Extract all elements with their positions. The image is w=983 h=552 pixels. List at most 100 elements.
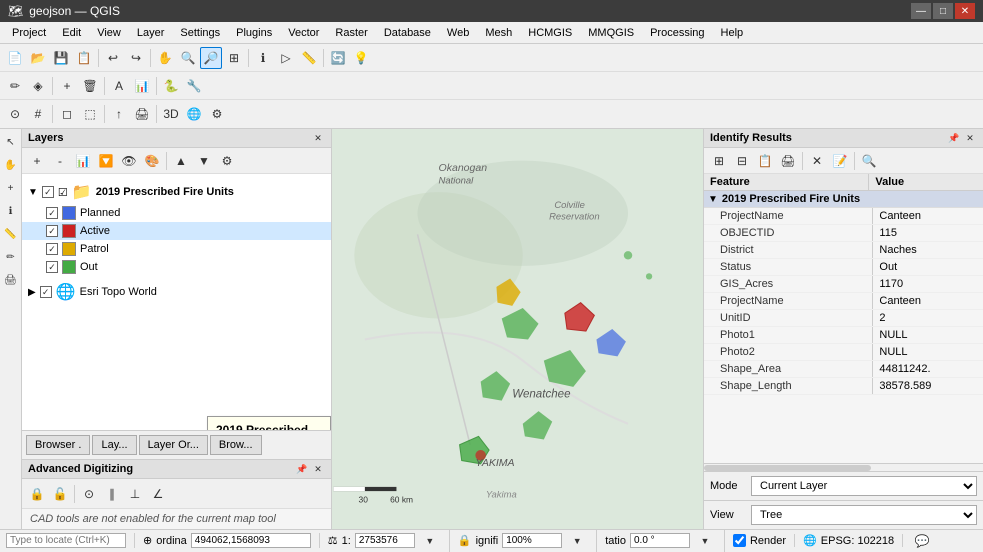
menu-item-mesh[interactable]: Mesh xyxy=(477,25,520,41)
close-button[interactable]: ✕ xyxy=(955,3,975,19)
layer-active[interactable]: Active xyxy=(22,222,331,240)
coordinates-input[interactable] xyxy=(191,533,311,548)
id-row-shapelength[interactable]: Shape_Length 38578.589 xyxy=(704,378,983,395)
magnify-input[interactable] xyxy=(502,533,562,548)
node-tool-btn[interactable]: ◈ xyxy=(27,75,49,97)
move-up-btn[interactable]: ▲ xyxy=(170,150,192,172)
message-btn[interactable]: 💬 xyxy=(911,530,933,552)
adv-close-btn[interactable]: ✕ xyxy=(311,462,325,476)
zoom-full-button[interactable]: ⊞ xyxy=(223,47,245,69)
filter-btn[interactable]: 🔽 xyxy=(95,150,117,172)
select-rect-btn[interactable]: ⬚ xyxy=(79,103,101,125)
menu-item-plugins[interactable]: Plugins xyxy=(228,25,280,41)
rotation-dropdown-btn[interactable]: ▼ xyxy=(694,530,716,552)
save-button[interactable]: 💾 xyxy=(50,47,72,69)
adv-pin-btn[interactable]: 📌 xyxy=(295,462,309,476)
layers-close-btn[interactable]: ✕ xyxy=(311,131,325,145)
pan-button[interactable]: ✋ xyxy=(154,47,176,69)
magnify-dropdown-btn[interactable]: ▼ xyxy=(566,530,588,552)
identify-button[interactable]: ℹ xyxy=(252,47,274,69)
layer-group-header[interactable]: ▼ ☑ 📁 2019 Prescribed Fire Units xyxy=(22,180,331,204)
id-row-unitid[interactable]: UnitID 2 xyxy=(704,310,983,327)
id-copy-btn[interactable]: 📋 xyxy=(754,150,776,172)
id-row-projectname2[interactable]: ProjectName Canteen xyxy=(704,293,983,310)
adv-snap-btn[interactable]: ⊙ xyxy=(78,483,100,505)
select-button[interactable]: ▷ xyxy=(275,47,297,69)
id-row-shapearea[interactable]: Shape_Area 44811242. xyxy=(704,361,983,378)
id-search-btn[interactable]: 🔍 xyxy=(858,150,880,172)
brow-button[interactable]: Brow... xyxy=(210,435,262,455)
open-attr-btn[interactable]: 📊 xyxy=(72,150,94,172)
move-down-btn[interactable]: ▼ xyxy=(193,150,215,172)
zoom-in-button[interactable]: 🔍 xyxy=(177,47,199,69)
digitize-btn[interactable]: ✏ xyxy=(4,75,26,97)
out-cb[interactable] xyxy=(46,261,58,273)
remove-layer-btn[interactable]: - xyxy=(49,150,71,172)
layer-out[interactable]: Out xyxy=(22,258,331,276)
map-area[interactable]: Okanogan National Colville Reservation W… xyxy=(332,129,703,529)
adv-angle-btn[interactable]: ∠ xyxy=(147,483,169,505)
id-row-photo1[interactable]: Photo1 NULL xyxy=(704,327,983,344)
rotation-input[interactable] xyxy=(630,533,690,548)
measure-button[interactable]: 📏 xyxy=(298,47,320,69)
measure-area-btn[interactable]: ◻ xyxy=(56,103,78,125)
map-canvas[interactable]: Okanogan National Colville Reservation W… xyxy=(332,129,703,529)
id-clear-btn[interactable]: ✕ xyxy=(806,150,828,172)
layer-patrol[interactable]: Patrol xyxy=(22,240,331,258)
menu-item-project[interactable]: Project xyxy=(4,25,54,41)
add-feature-btn[interactable]: + xyxy=(56,75,78,97)
menu-item-layer[interactable]: Layer xyxy=(129,25,173,41)
id-row-projectname[interactable]: ProjectName Canteen xyxy=(704,208,983,225)
globe-btn[interactable]: 🌐 xyxy=(183,103,205,125)
redo-button[interactable]: ↪ xyxy=(125,47,147,69)
active-cb[interactable] xyxy=(46,225,58,237)
menu-item-database[interactable]: Database xyxy=(376,25,439,41)
id-form-btn[interactable]: 📝 xyxy=(829,150,851,172)
search-input[interactable] xyxy=(6,533,126,548)
menu-item-web[interactable]: Web xyxy=(439,25,477,41)
adv-unlock-btn[interactable]: 🔓 xyxy=(49,483,71,505)
id-row-photo2[interactable]: Photo2 NULL xyxy=(704,344,983,361)
adv-parallel-btn[interactable]: ∥ xyxy=(101,483,123,505)
maximize-button[interactable]: □ xyxy=(933,3,953,19)
browser-dot-button[interactable]: Browser . xyxy=(26,435,90,455)
3d-btn[interactable]: 3D xyxy=(160,103,182,125)
layer-or-button[interactable]: Layer Or... xyxy=(139,435,208,455)
id-row-objectid[interactable]: OBJECTID 115 xyxy=(704,225,983,242)
group-checkbox[interactable] xyxy=(42,186,54,198)
menu-item-vector[interactable]: Vector xyxy=(280,25,327,41)
lay-button[interactable]: Lay... xyxy=(92,435,136,455)
id-print-btn[interactable]: 🖨 xyxy=(777,150,799,172)
id-row-status[interactable]: Status Out xyxy=(704,259,983,276)
identify-pin-btn[interactable]: 📌 xyxy=(947,131,961,145)
layer-planned[interactable]: Planned xyxy=(22,204,331,222)
adv-perp-btn[interactable]: ⊥ xyxy=(124,483,146,505)
adv-lock-btn[interactable]: 🔒 xyxy=(26,483,48,505)
minimize-button[interactable]: — xyxy=(911,3,931,19)
menu-item-help[interactable]: Help xyxy=(713,25,752,41)
plugins-btn[interactable]: 🔧 xyxy=(183,75,205,97)
open-button[interactable]: 📂 xyxy=(27,47,49,69)
menu-item-edit[interactable]: Edit xyxy=(54,25,89,41)
grid-btn[interactable]: # xyxy=(27,103,49,125)
view-select[interactable]: Tree Table Graph xyxy=(751,505,977,525)
vert-pan-btn[interactable]: ✋ xyxy=(0,154,22,176)
identify-group-row[interactable]: ▼ 2019 Prescribed Fire Units xyxy=(704,191,983,208)
menu-item-processing[interactable]: Processing xyxy=(642,25,712,41)
attr-table-btn[interactable]: 📊 xyxy=(131,75,153,97)
identify-close-btn[interactable]: ✕ xyxy=(963,131,977,145)
identify-hscroll[interactable] xyxy=(704,463,983,471)
snap-btn[interactable]: ⊙ xyxy=(4,103,26,125)
delete-feature-btn[interactable]: 🗑 xyxy=(79,75,101,97)
vert-print-btn[interactable]: 🖨 xyxy=(0,269,22,291)
esri-layer-header[interactable]: ▶ 🌐 Esri Topo World xyxy=(22,280,331,304)
patrol-cb[interactable] xyxy=(46,243,58,255)
vert-info-btn[interactable]: ℹ xyxy=(0,200,22,222)
vert-zoom-btn[interactable]: + xyxy=(0,177,22,199)
settings2-btn[interactable]: ⚙ xyxy=(206,103,228,125)
planned-cb[interactable] xyxy=(46,207,58,219)
esri-cb[interactable] xyxy=(40,286,52,298)
id-expand-all-btn[interactable]: ⊞ xyxy=(708,150,730,172)
label-btn[interactable]: A xyxy=(108,75,130,97)
mode-select[interactable]: Current Layer Top Down All Layers xyxy=(751,476,977,496)
